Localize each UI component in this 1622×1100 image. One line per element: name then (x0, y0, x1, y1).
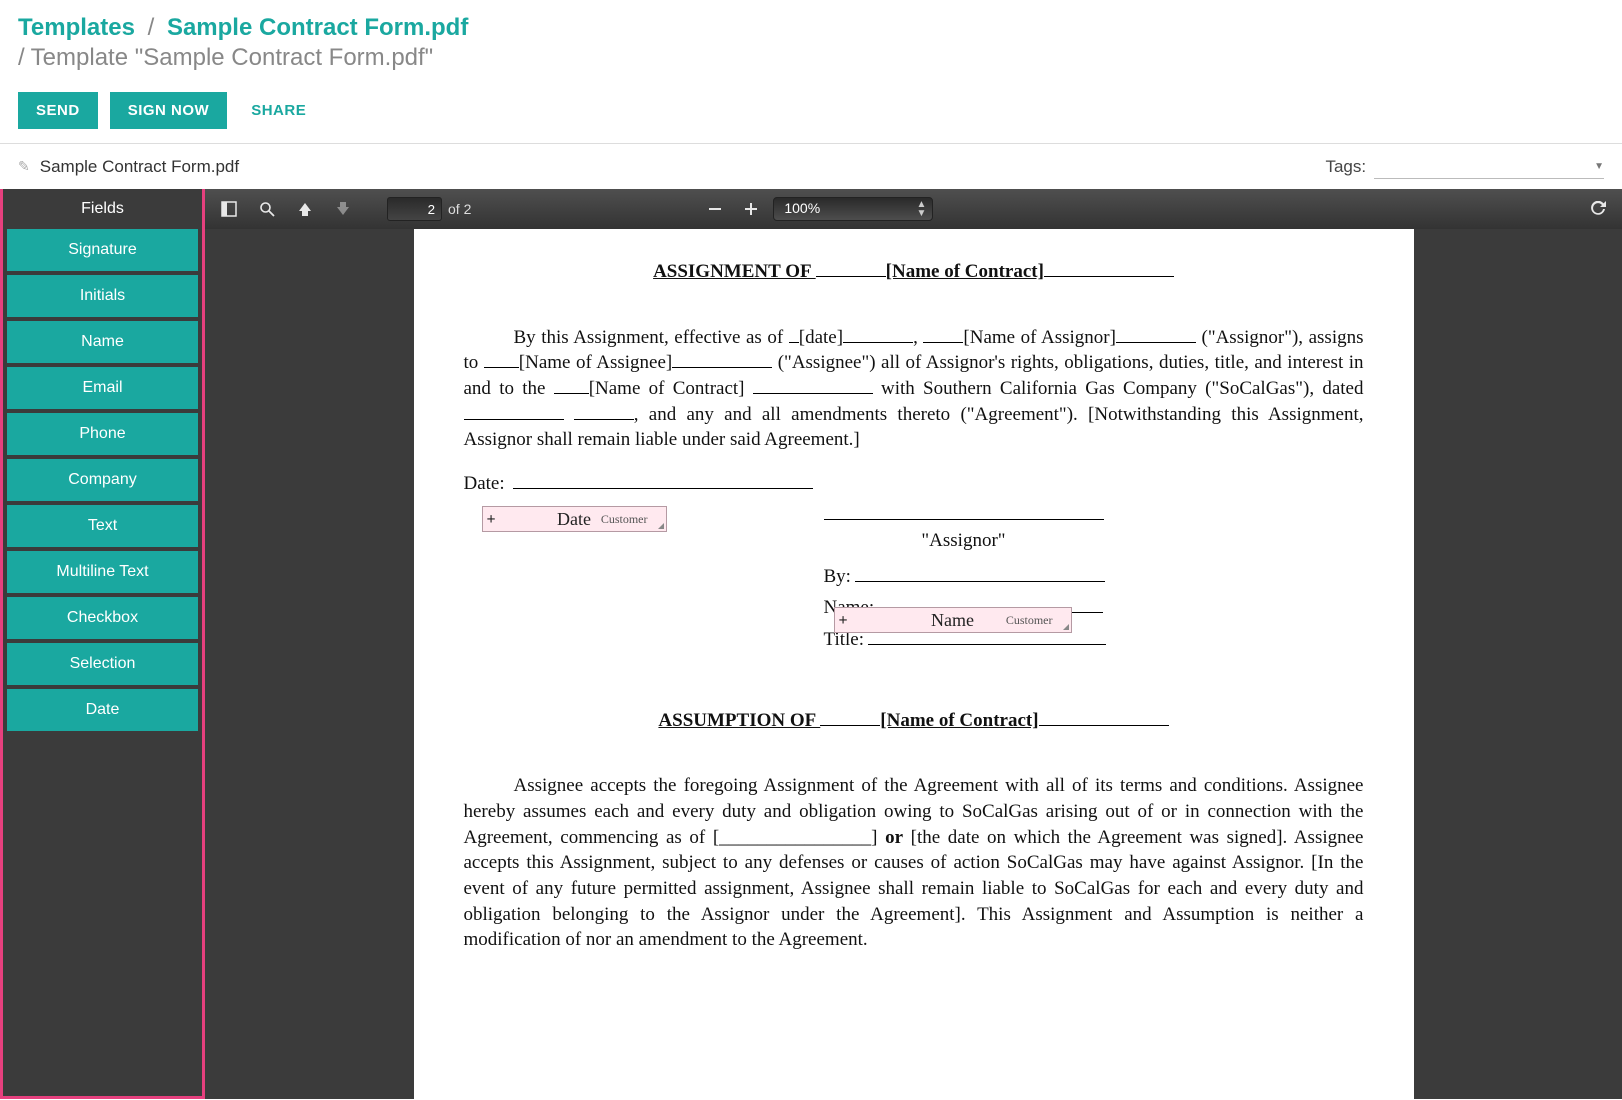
placed-date-label: Date (557, 507, 591, 531)
fields-header: Fields (3, 189, 202, 229)
heading1-text: ASSIGNMENT OF (653, 261, 816, 282)
tags-input[interactable] (1374, 154, 1604, 179)
tags-label: Tags: (1325, 157, 1366, 177)
tags-dropdown-caret[interactable]: ▼ (1594, 161, 1604, 172)
paragraph-2: Assignee accepts the foregoing Assignmen… (464, 773, 1364, 952)
placed-field-name[interactable]: + Name Customer (834, 607, 1072, 633)
placed-field-date[interactable]: + Date Customer (482, 506, 667, 532)
zoom-controls: 100% ▲▼ (701, 195, 933, 223)
field-item-name[interactable]: Name (7, 321, 198, 363)
resize-handle-icon[interactable] (654, 519, 664, 529)
p1-a: By this Assignment, effective as of (514, 327, 789, 348)
breadcrumb: Templates / Sample Contract Form.pdf (18, 14, 1604, 42)
p1-date: [date] (799, 327, 843, 348)
zoom-in-icon[interactable] (737, 195, 765, 223)
placed-date-role: Customer (601, 511, 648, 527)
breadcrumb-current: /Template "Sample Contract Form.pdf" (18, 44, 1604, 72)
resize-handle-icon[interactable] (1059, 620, 1069, 630)
file-info-row: ✎ Sample Contract Form.pdf Tags: ▼ (0, 144, 1622, 189)
doc-heading-1: ASSIGNMENT OF [Name of Contract] (464, 259, 1364, 285)
p1-e: with Southern California Gas Company ("S… (873, 378, 1364, 399)
move-handle-icon[interactable]: + (839, 610, 848, 632)
edit-icon[interactable]: ✎ (18, 158, 30, 175)
sig-by: By: (824, 566, 851, 587)
field-item-date[interactable]: Date (7, 689, 198, 731)
page-indicator: of 2 (387, 197, 471, 221)
breadcrumb-separator: / (148, 14, 155, 41)
page-down-icon[interactable] (329, 195, 357, 223)
field-item-selection[interactable]: Selection (7, 643, 198, 685)
file-name: Sample Contract Form.pdf (40, 157, 239, 177)
p1-contract: [Name of Contract] (589, 378, 745, 399)
breadcrumb-root[interactable]: Templates (18, 14, 135, 41)
send-button[interactable]: SEND (18, 92, 98, 129)
date-line: Date: (464, 471, 1364, 497)
pdf-toolbar: of 2 100% ▲▼ (205, 189, 1622, 229)
zoom-select[interactable]: 100% ▲▼ (773, 197, 933, 221)
paragraph-1: By this Assignment, effective as of [dat… (464, 325, 1364, 453)
zoom-stepper-icon: ▲▼ (916, 200, 926, 218)
field-item-email[interactable]: Email (7, 367, 198, 409)
p2-text: Assignee accepts the foregoing Assignmen… (464, 775, 1364, 950)
sign-now-button[interactable]: SIGN NOW (110, 92, 228, 129)
page-number-input[interactable] (387, 197, 442, 221)
p1-b: , (913, 327, 923, 348)
field-item-checkbox[interactable]: Checkbox (7, 597, 198, 639)
move-handle-icon[interactable]: + (487, 509, 496, 531)
field-item-company[interactable]: Company (7, 459, 198, 501)
assignor-label: "Assignor" (824, 528, 1104, 554)
heading2-blank-label: [Name of Contract] (880, 710, 1038, 731)
field-item-phone[interactable]: Phone (7, 413, 198, 455)
zoom-value: 100% (784, 200, 820, 216)
breadcrumb-current-label: Template "Sample Contract Form.pdf" (31, 44, 434, 71)
field-item-initials[interactable]: Initials (7, 275, 198, 317)
refresh-icon[interactable] (1584, 195, 1612, 223)
doc-heading-2: ASSUMPTION OF [Name of Contract] (464, 708, 1364, 734)
page-up-icon[interactable] (291, 195, 319, 223)
editor-area: Fields Signature Initials Name Email Pho… (0, 189, 1622, 1099)
fields-list: Signature Initials Name Email Phone Comp… (3, 229, 202, 737)
date-label: Date: (464, 473, 505, 494)
placed-name-role: Customer (1006, 612, 1053, 628)
action-bar: SEND SIGN NOW SHARE (0, 82, 1622, 143)
zoom-out-icon[interactable] (701, 195, 729, 223)
document-viewport[interactable]: ASSIGNMENT OF [Name of Contract] By this… (205, 229, 1622, 1099)
heading1-blank-label: [Name of Contract] (886, 261, 1044, 282)
search-icon[interactable] (253, 195, 281, 223)
field-item-text[interactable]: Text (7, 505, 198, 547)
fields-sidebar: Fields Signature Initials Name Email Pho… (0, 189, 205, 1099)
field-item-signature[interactable]: Signature (7, 229, 198, 271)
document-page: ASSIGNMENT OF [Name of Contract] By this… (414, 229, 1414, 1099)
field-item-multiline[interactable]: Multiline Text (7, 551, 198, 593)
heading2-text: ASSUMPTION OF (658, 710, 820, 731)
p1-f: , and any and all amendments thereto ("A… (464, 404, 1364, 451)
p1-assignor: [Name of Assignor] (963, 327, 1116, 348)
page-of-label: of 2 (448, 201, 471, 217)
tags-area: Tags: ▼ (1325, 154, 1604, 179)
p1-assignee: [Name of Assignee] (519, 352, 672, 373)
breadcrumb-file[interactable]: Sample Contract Form.pdf (167, 14, 468, 41)
share-button[interactable]: SHARE (239, 92, 318, 129)
placed-name-label: Name (931, 608, 974, 632)
toggle-sidebar-icon[interactable] (215, 195, 243, 223)
page-header: Templates / Sample Contract Form.pdf /Te… (0, 0, 1622, 82)
